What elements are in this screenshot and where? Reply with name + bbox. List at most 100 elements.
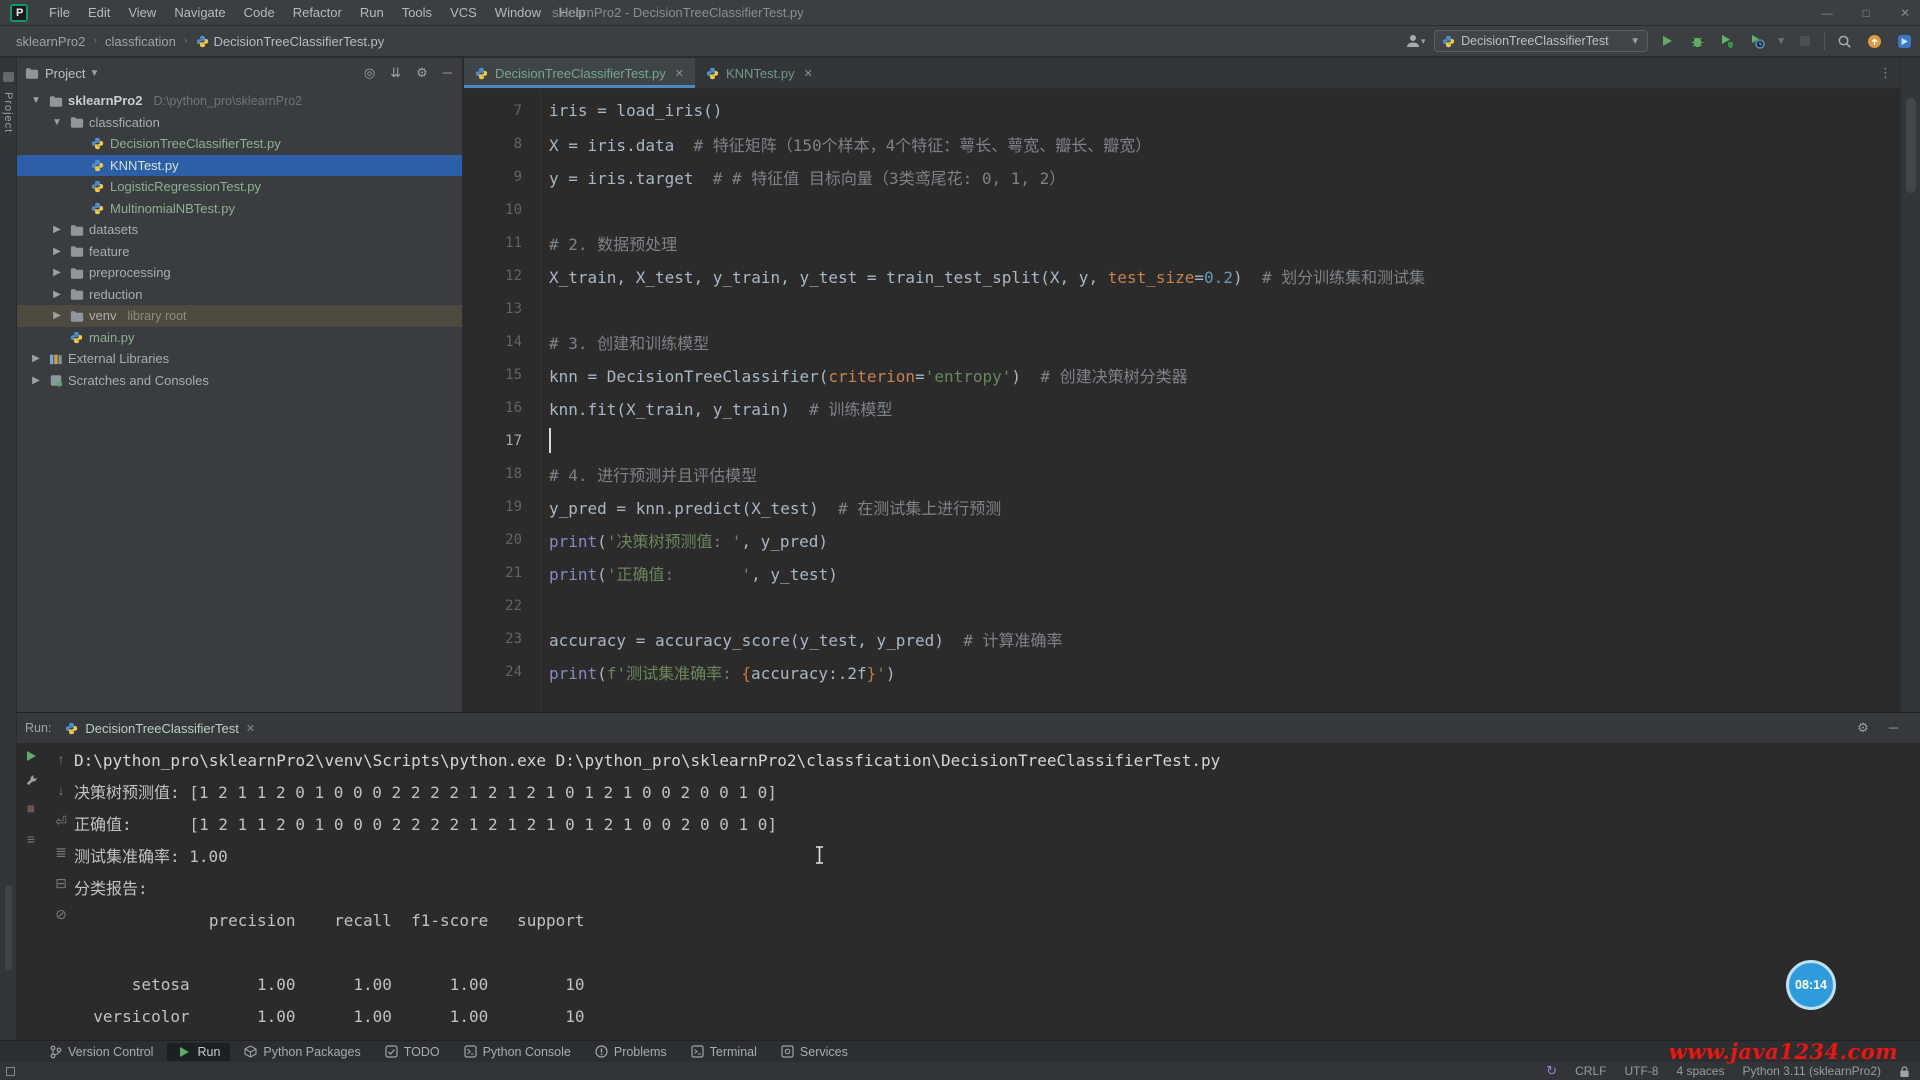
menu-edit[interactable]: Edit bbox=[79, 5, 119, 20]
line-number[interactable]: 12 bbox=[464, 268, 522, 284]
scroll-to-end-icon[interactable]: ≣ bbox=[55, 842, 67, 862]
line-number[interactable]: 9 bbox=[464, 169, 522, 185]
console-output[interactable]: D:\python_pro\sklearnPro2\venv\Scripts\p… bbox=[74, 745, 1910, 1040]
line-number[interactable]: 13 bbox=[464, 301, 522, 317]
code-line-21[interactable]: 21print('正确值: ', y_test) bbox=[464, 556, 1900, 589]
arrow-down-icon[interactable]: ↓ bbox=[58, 780, 65, 800]
menu-tools[interactable]: Tools bbox=[393, 5, 441, 20]
line-number[interactable]: 21 bbox=[464, 565, 522, 581]
breadcrumb-item[interactable]: DecisionTreeClassifierTest.py bbox=[196, 34, 385, 49]
arrow-up-icon[interactable]: ↑ bbox=[58, 749, 65, 769]
line-number[interactable]: 7 bbox=[464, 103, 522, 119]
updates-icon[interactable] bbox=[1863, 30, 1885, 52]
toolwindow-terminal[interactable]: Terminal bbox=[681, 1043, 767, 1061]
line-number[interactable]: 16 bbox=[464, 400, 522, 416]
editor-scrollbar[interactable] bbox=[1906, 98, 1916, 193]
profiler-button[interactable] bbox=[1746, 30, 1768, 52]
line-number[interactable]: 17 bbox=[464, 433, 522, 449]
soft-wrap-icon[interactable]: ⏎ bbox=[55, 811, 67, 831]
minimize-button[interactable]: — bbox=[1821, 6, 1833, 20]
clear-all-icon[interactable]: ⊘ bbox=[55, 904, 67, 924]
tree-item-venv[interactable]: ▶venvlibrary root bbox=[17, 305, 462, 327]
code-line-14[interactable]: 14# 3. 创建和训练模型 bbox=[464, 325, 1900, 358]
tree-item-multinomialnbtest-py[interactable]: MultinomialNBTest.py bbox=[17, 198, 462, 220]
stop-icon[interactable]: ■ bbox=[27, 798, 35, 818]
debug-button[interactable] bbox=[1686, 30, 1708, 52]
settings-gear-icon[interactable]: ⚙ bbox=[416, 65, 428, 81]
rerun-button[interactable] bbox=[24, 749, 38, 763]
tab-decisiontreeclassifiertest-py[interactable]: DecisionTreeClassifierTest.py✕ bbox=[464, 58, 695, 88]
plugin-icon[interactable] bbox=[1893, 30, 1915, 52]
code-with-me-user-icon[interactable]: ▾ bbox=[1404, 30, 1426, 52]
tree-item-reduction[interactable]: ▶reduction bbox=[17, 284, 462, 306]
line-number[interactable]: 22 bbox=[464, 598, 522, 614]
tree-item-external-libraries[interactable]: ▶External Libraries bbox=[17, 348, 462, 370]
code-line-17[interactable]: 17 bbox=[464, 424, 1900, 457]
code-line-20[interactable]: 20print('决策树预测值: ', y_pred) bbox=[464, 523, 1900, 556]
settings-gear-icon[interactable]: ⚙ bbox=[1857, 720, 1869, 736]
chevron-down-icon[interactable]: ▼ bbox=[89, 68, 99, 79]
close-icon[interactable]: ✕ bbox=[804, 67, 813, 80]
code-line-16[interactable]: 16knn.fit(X_train, y_train) # 训练模型 bbox=[464, 391, 1900, 424]
menu-run[interactable]: Run bbox=[351, 5, 393, 20]
menu-navigate[interactable]: Navigate bbox=[165, 5, 234, 20]
line-number[interactable]: 14 bbox=[464, 334, 522, 350]
code-line-19[interactable]: 19y_pred = knn.predict(X_test) # 在测试集上进行… bbox=[464, 490, 1900, 523]
menu-view[interactable]: View bbox=[119, 5, 165, 20]
code-line-11[interactable]: 11# 2. 数据预处理 bbox=[464, 226, 1900, 259]
locate-file-icon[interactable]: ◎ bbox=[364, 65, 375, 81]
status-item-4-spaces[interactable]: 4 spaces bbox=[1676, 1064, 1724, 1078]
code-line-8[interactable]: 8X = iris.data # 特征矩阵（150个样本，4个特征：萼长、萼宽、… bbox=[464, 127, 1900, 160]
line-number[interactable]: 24 bbox=[464, 664, 522, 680]
tree-item-classfication[interactable]: ▼classfication bbox=[17, 112, 462, 134]
code-line-15[interactable]: 15knn = DecisionTreeClassifier(criterion… bbox=[464, 358, 1900, 391]
tree-item-datasets[interactable]: ▶datasets bbox=[17, 219, 462, 241]
menu-vcs[interactable]: VCS bbox=[441, 5, 486, 20]
menu-window[interactable]: Window bbox=[486, 5, 550, 20]
tree-item-scratches-and-consoles[interactable]: ▶Scratches and Consoles bbox=[17, 370, 462, 392]
hide-panel-icon[interactable]: ─ bbox=[443, 65, 452, 81]
toolwindow-version-control[interactable]: Version Control bbox=[40, 1043, 163, 1061]
tree-item-decisiontreeclassifiertest-py[interactable]: DecisionTreeClassifierTest.py bbox=[17, 133, 462, 155]
close-button[interactable]: ✕ bbox=[1900, 6, 1910, 20]
code-line-22[interactable]: 22 bbox=[464, 589, 1900, 622]
run-button[interactable] bbox=[1656, 30, 1678, 52]
run-tab[interactable]: DecisionTreeClassifierTest ✕ bbox=[65, 721, 255, 736]
line-number[interactable]: 20 bbox=[464, 532, 522, 548]
close-icon[interactable]: ✕ bbox=[246, 722, 255, 735]
line-number[interactable]: 8 bbox=[464, 136, 522, 152]
code-area[interactable]: 7iris = load_iris()8X = iris.data # 特征矩阵… bbox=[464, 89, 1900, 688]
line-number[interactable]: 19 bbox=[464, 499, 522, 515]
code-line-23[interactable]: 23accuracy = accuracy_score(y_test, y_pr… bbox=[464, 622, 1900, 655]
code-line-13[interactable]: 13 bbox=[464, 292, 1900, 325]
status-item-crlf[interactable]: CRLF bbox=[1575, 1064, 1606, 1078]
close-icon[interactable]: ✕ bbox=[675, 67, 684, 80]
code-line-10[interactable]: 10 bbox=[464, 193, 1900, 226]
tree-item-main-py[interactable]: main.py bbox=[17, 327, 462, 349]
tree-item-knntest-py[interactable]: KNNTest.py bbox=[17, 155, 462, 177]
maximize-button[interactable]: □ bbox=[1863, 6, 1870, 20]
menu-refactor[interactable]: Refactor bbox=[284, 5, 351, 20]
line-number[interactable]: 15 bbox=[464, 367, 522, 383]
collapse-all-icon[interactable]: ⇊ bbox=[390, 65, 401, 81]
toolwindow-python-console[interactable]: Python Console bbox=[454, 1043, 581, 1061]
stop-button[interactable] bbox=[1794, 30, 1816, 52]
more-tabs-icon[interactable]: ⋮ bbox=[1879, 65, 1900, 81]
print-icon[interactable]: ⊟ bbox=[55, 873, 67, 893]
line-number[interactable]: 10 bbox=[464, 202, 522, 218]
search-everywhere-button[interactable] bbox=[1833, 30, 1855, 52]
code-line-9[interactable]: 9y = iris.target # # 特征值 目标向量（3类鸢尾花: 0, … bbox=[464, 160, 1900, 193]
project-stripe-icon[interactable] bbox=[3, 72, 14, 82]
lock-icon[interactable] bbox=[1899, 1065, 1910, 1078]
restore-layout-icon[interactable]: ≡ bbox=[27, 829, 35, 849]
line-number[interactable]: 23 bbox=[464, 631, 522, 647]
status-left-icon[interactable] bbox=[6, 1067, 15, 1076]
project-panel-title[interactable]: Project bbox=[45, 66, 85, 81]
toolwindow-services[interactable]: Services bbox=[771, 1043, 858, 1061]
sync-icon[interactable]: ↻ bbox=[1546, 1063, 1557, 1079]
toolwindow-run[interactable]: Run bbox=[167, 1043, 230, 1061]
toolwindow-todo[interactable]: TODO bbox=[375, 1043, 450, 1061]
toolwindow-problems[interactable]: Problems bbox=[585, 1043, 677, 1061]
project-stripe-label[interactable]: Project bbox=[2, 92, 14, 133]
line-number[interactable]: 11 bbox=[464, 235, 522, 251]
